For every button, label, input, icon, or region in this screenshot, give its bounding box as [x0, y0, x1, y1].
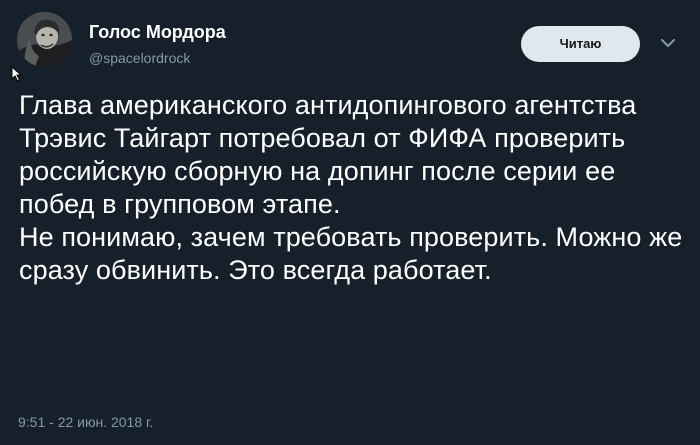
- author-handle[interactable]: @spacelordrock: [89, 49, 190, 67]
- user-avatar[interactable]: [17, 12, 72, 67]
- tweet-text: Глава американского антидопингового аген…: [19, 89, 689, 287]
- tweet-paragraph: Глава американского антидопингового аген…: [19, 90, 637, 219]
- tweet-card: Голос Мордора @spacelordrock Читаю Глава…: [0, 0, 700, 445]
- mouse-cursor-icon: [11, 66, 23, 82]
- follow-button[interactable]: Читаю: [521, 26, 640, 62]
- avatar-image: [17, 12, 72, 67]
- tweet-paragraph: Не понимаю, зачем требовать проверить. М…: [19, 222, 683, 285]
- tweet-timestamp[interactable]: 9:51 - 22 июн. 2018 г.: [18, 413, 153, 431]
- author-name[interactable]: Голос Мордора: [89, 21, 226, 43]
- chevron-down-icon[interactable]: [659, 36, 677, 50]
